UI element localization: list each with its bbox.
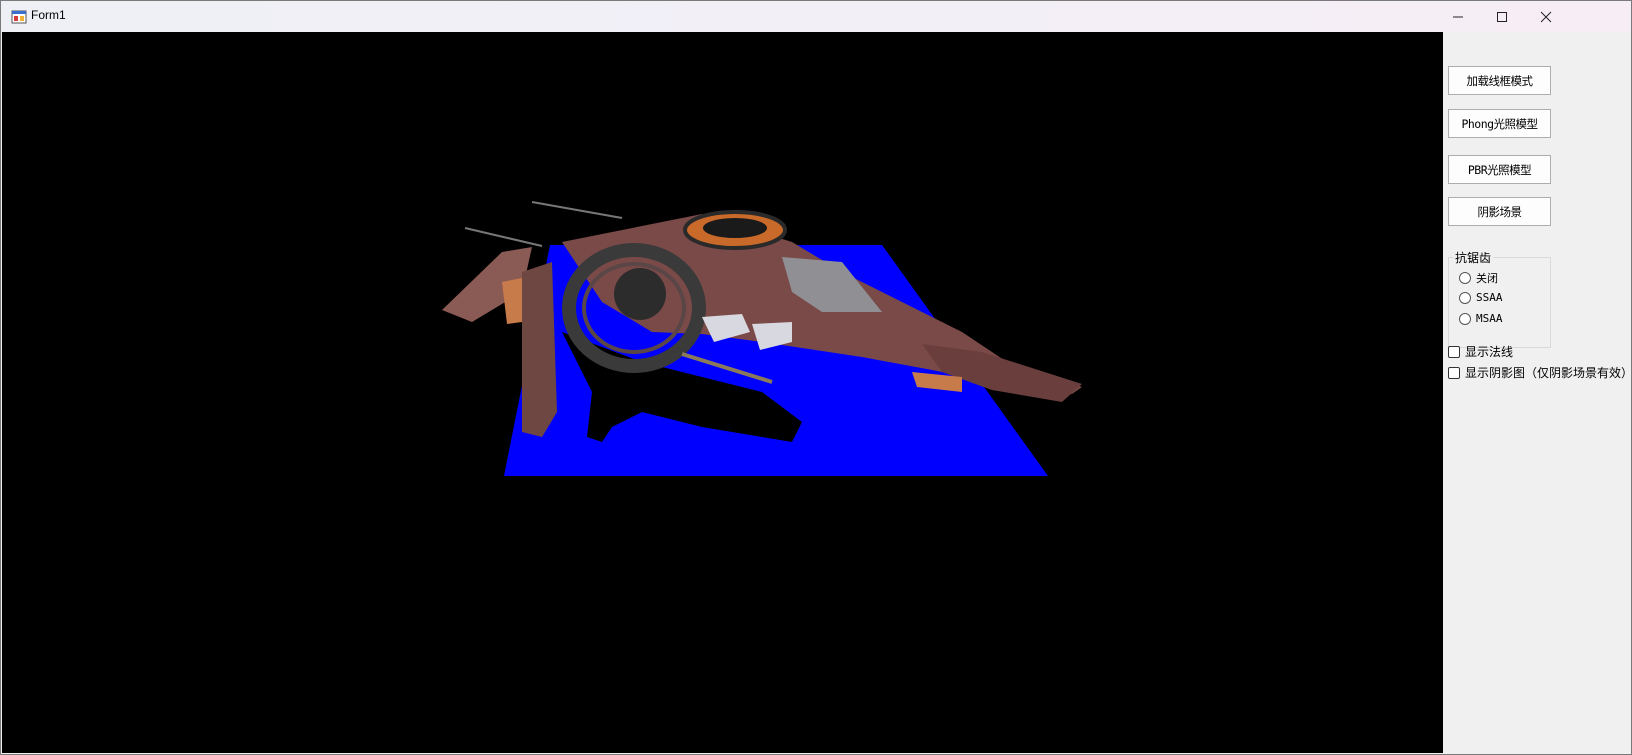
show-shadow-map-checkbox[interactable]: 显示阴影图（仅阴影场景有效） (1448, 364, 1632, 381)
antialias-group: 抗锯齿 关闭 SSAA MSAA (1448, 249, 1551, 348)
app-window: Form1 加载线框模式 Phong光照模型 PBR光照模型 阴影场景 抗锯齿 … (0, 0, 1632, 755)
radio-label: 关闭 (1476, 272, 1498, 285)
antialias-group-title: 抗锯齿 (1453, 249, 1494, 266)
checkbox-box-icon (1448, 366, 1460, 379)
antialias-off-radio[interactable]: 关闭 (1459, 270, 1498, 286)
checkbox-label: 显示法线 (1465, 345, 1514, 359)
radio-circle-icon (1459, 291, 1471, 304)
radio-label: SSAA (1476, 291, 1503, 304)
load-wireframe-button[interactable]: 加载线框模式 (1448, 66, 1551, 95)
control-panel: 加载线框模式 Phong光照模型 PBR光照模型 阴影场景 抗锯齿 关闭 SSA… (1443, 32, 1632, 753)
checkbox-label: 显示阴影图（仅阴影场景有效） (1465, 366, 1632, 380)
maximize-icon (1497, 11, 1507, 22)
title-bar[interactable]: Form1 (1, 1, 1631, 32)
close-icon (1540, 11, 1552, 22)
checkbox-box-icon (1448, 345, 1460, 358)
phong-lighting-button[interactable]: Phong光照模型 (1448, 109, 1551, 138)
show-normals-checkbox[interactable]: 显示法线 (1448, 343, 1513, 360)
minimize-icon (1453, 16, 1463, 17)
window-title: Form1 (31, 8, 66, 22)
render-viewport[interactable] (2, 32, 1443, 753)
radio-circle-icon (1459, 272, 1471, 284)
antialias-msaa-radio[interactable]: MSAA (1459, 312, 1503, 325)
scene-render (442, 201, 1082, 476)
maximize-button[interactable] (1479, 1, 1525, 32)
antialias-ssaa-radio[interactable]: SSAA (1459, 291, 1503, 304)
shadow-scene-button[interactable]: 阴影场景 (1448, 197, 1551, 226)
pbr-lighting-button[interactable]: PBR光照模型 (1448, 155, 1551, 184)
radio-label: MSAA (1476, 312, 1503, 325)
app-icon (11, 10, 27, 24)
radio-circle-icon (1459, 312, 1471, 325)
close-button[interactable] (1523, 1, 1569, 32)
minimize-button[interactable] (1435, 1, 1481, 32)
